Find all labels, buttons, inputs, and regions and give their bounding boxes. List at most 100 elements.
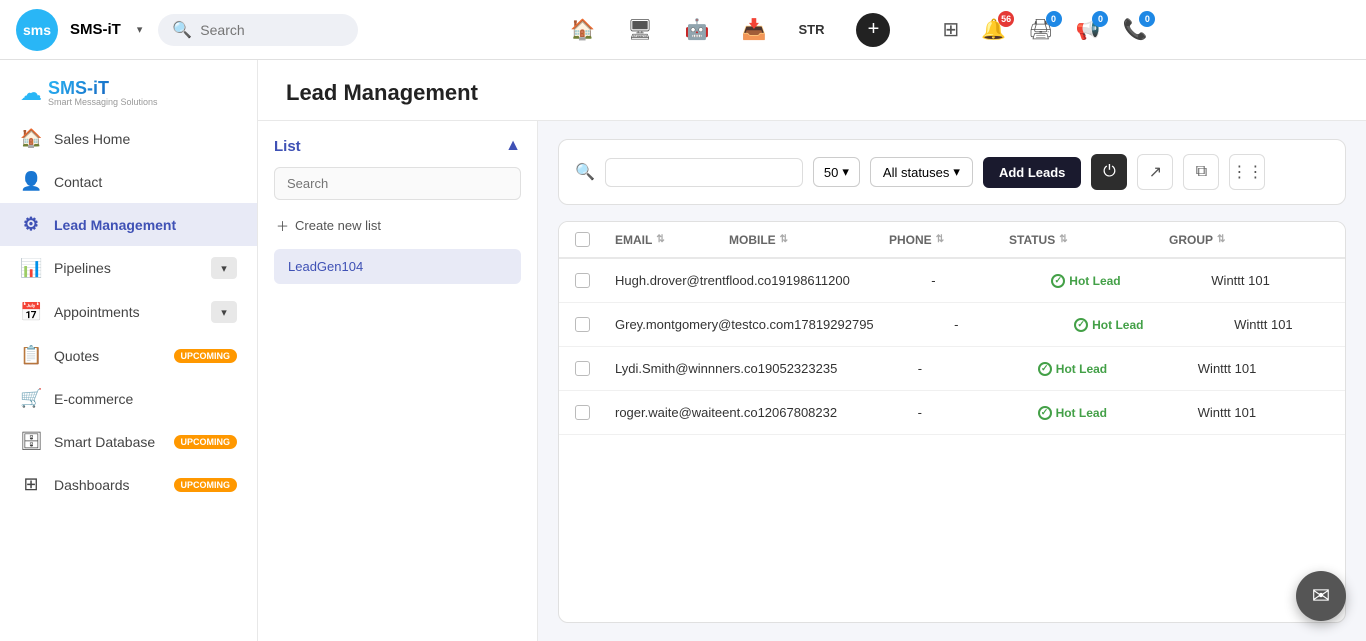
leads-table: EMAIL ⇅ MOBILE ⇅ PHONE ⇅ STATUS [558,221,1346,623]
broadcast-badge: 0 [1092,11,1108,27]
row-checkbox-0[interactable] [575,273,590,288]
table-row[interactable]: Lydi.Smith@winnners.co 19052323235 - ✓ H… [559,347,1345,391]
add-button[interactable]: + [856,13,890,47]
count-select[interactable]: 50 ▾ [813,157,860,187]
sidebar-label-ecommerce: E-commerce [54,391,133,407]
list-label: List [274,138,301,155]
sidebar-label-contact: Contact [54,174,102,190]
add-leads-button[interactable]: Add Leads [983,157,1081,188]
col-status: STATUS ⇅ [1009,233,1169,247]
brand-dropdown-arrow[interactable]: ▾ [137,23,143,36]
sidebar-item-dashboards[interactable]: ⊞ Dashboards UPCOMING [0,463,257,506]
global-search-bar[interactable]: 🔍 [158,14,358,46]
app-body: ☁ SMS-iT Smart Messaging Solutions 🏠 Sal… [0,60,1366,641]
columns-icon: ⋮⋮ [1231,162,1263,182]
phone-badge: 0 [1139,11,1155,27]
str-label[interactable]: STR [798,22,824,37]
list-search-input[interactable] [274,167,521,200]
toggle-icon-button[interactable]: ⏻ [1091,154,1127,190]
row-checkbox-3[interactable] [575,405,590,420]
chat-fab-button[interactable]: ✉ [1296,571,1346,621]
sidebar-item-lead-management[interactable]: ⚙ Lead Management [0,203,257,246]
count-value: 50 [824,165,838,180]
main-area: Lead Management List ▲ ＋ Create new list… [258,60,1366,641]
sidebar-item-appointments[interactable]: 📅 Appointments ▾ [0,290,257,334]
grid-icon[interactable]: ⊞ [942,17,959,42]
brand-avatar: sms [16,9,58,51]
quotes-icon: 📋 [20,345,42,366]
status-dot-3: ✓ [1038,406,1052,420]
broadcast-icon[interactable]: 📢0 [1076,17,1101,42]
table-row[interactable]: roger.waite@waiteent.co 12067808232 - ✓ … [559,391,1345,435]
sidebar-item-sales-home[interactable]: 🏠 Sales Home [0,117,257,160]
sidebar-item-ecommerce[interactable]: 🛒 E-commerce [0,377,257,420]
create-new-list-button[interactable]: ＋ Create new list [274,212,521,239]
sidebar-item-contact[interactable]: 👤 Contact [0,160,257,203]
copy-icon-button[interactable]: ⧉ [1183,154,1219,190]
list-collapse-icon[interactable]: ▲ [505,137,521,155]
brand-name: SMS-iT [70,21,121,38]
sidebar-label-dashboards: Dashboards [54,477,130,493]
status-dot-0: ✓ [1051,274,1065,288]
list-item-label: LeadGen104 [288,259,363,274]
export-icon-button[interactable]: ↗ [1137,154,1173,190]
cell-phone-3: - [918,405,1038,420]
global-search-input[interactable] [200,22,330,38]
appointments-icon: 📅 [20,302,42,323]
table-row[interactable]: Grey.montgomery@testco.com 17819292795 -… [559,303,1345,347]
right-panel: 🔍 50 ▾ All statuses ▾ Add Leads ⏻ [538,121,1366,641]
row-checkbox-1[interactable] [575,317,590,332]
sidebar-item-pipelines[interactable]: 📊 Pipelines ▾ [0,246,257,290]
sidebar-label-lead-management: Lead Management [54,217,176,233]
table-search-input[interactable] [605,158,803,187]
sidebar-item-smart-database[interactable]: 🗄 Smart Database UPCOMING [0,420,257,463]
chat-icon: ✉ [1312,583,1330,609]
cell-email-1: Grey.montgomery@testco.com [615,317,794,332]
create-list-label: Create new list [295,218,381,233]
status-select[interactable]: All statuses ▾ [870,157,973,187]
table-row[interactable]: Hugh.drover@trentflood.co 19198611200 - … [559,259,1345,303]
quotes-upcoming-badge: UPCOMING [174,349,238,363]
pipelines-arrow[interactable]: ▾ [211,257,237,279]
cell-email-3: roger.waite@waiteent.co [615,405,758,420]
inbox-nav-icon[interactable]: 📥 [742,17,767,42]
list-item-leadgen104[interactable]: LeadGen104 [274,249,521,284]
mobile-sort-icon[interactable]: ⇅ [780,234,788,245]
phone-icon[interactable]: 📞0 [1122,17,1147,42]
sidebar-label-smart-database: Smart Database [54,434,155,450]
count-arrow: ▾ [842,164,849,180]
print-icon[interactable]: 🖨0 [1028,17,1053,42]
col-phone: PHONE ⇅ [889,233,1009,247]
list-panel: List ▲ ＋ Create new list LeadGen104 [258,121,538,641]
toggle-icon: ⏻ [1103,163,1116,181]
phone-sort-icon[interactable]: ⇅ [936,234,944,245]
home-nav-icon[interactable]: 🏠 [570,17,595,42]
select-all-checkbox[interactable] [575,232,590,247]
logo-cloud-icon: ☁ [20,80,42,106]
status-dot-2: ✓ [1038,362,1052,376]
notifications-icon[interactable]: 🔔56 [981,17,1006,42]
robot-nav-icon[interactable]: 🤖 [685,17,710,42]
row-checkbox-2[interactable] [575,361,590,376]
dashboards-icon: ⊞ [20,474,42,495]
logo-sub: Smart Messaging Solutions [48,97,158,107]
cell-group-3: Winttt 101 [1198,405,1345,420]
export-icon: ↗ [1149,162,1162,182]
columns-icon-button[interactable]: ⋮⋮ [1229,154,1265,190]
status-sort-icon[interactable]: ⇅ [1059,234,1067,245]
table-body: Hugh.drover@trentflood.co 19198611200 - … [559,259,1345,435]
email-sort-icon[interactable]: ⇅ [656,234,664,245]
sidebar-item-quotes[interactable]: 📋 Quotes UPCOMING [0,334,257,377]
status-value: All statuses [883,165,949,180]
status-arrow: ▾ [953,164,960,180]
top-nav: sms SMS-iT ▾ 🔍 🏠 🖥 🤖 📥 STR + ⊞ 🔔56 🖨0 📢0… [0,0,1366,60]
copy-icon: ⧉ [1196,163,1207,181]
group-sort-icon[interactable]: ⇅ [1217,234,1225,245]
topnav-center-icons: 🏠 🖥 🤖 📥 STR + [570,13,890,47]
home-icon: 🏠 [20,128,42,149]
monitor-nav-icon[interactable]: 🖥 [627,17,652,42]
appointments-arrow[interactable]: ▾ [211,301,237,323]
page-header: Lead Management [258,60,1366,121]
list-header: List ▲ [274,137,521,155]
table-header: EMAIL ⇅ MOBILE ⇅ PHONE ⇅ STATUS [559,222,1345,259]
